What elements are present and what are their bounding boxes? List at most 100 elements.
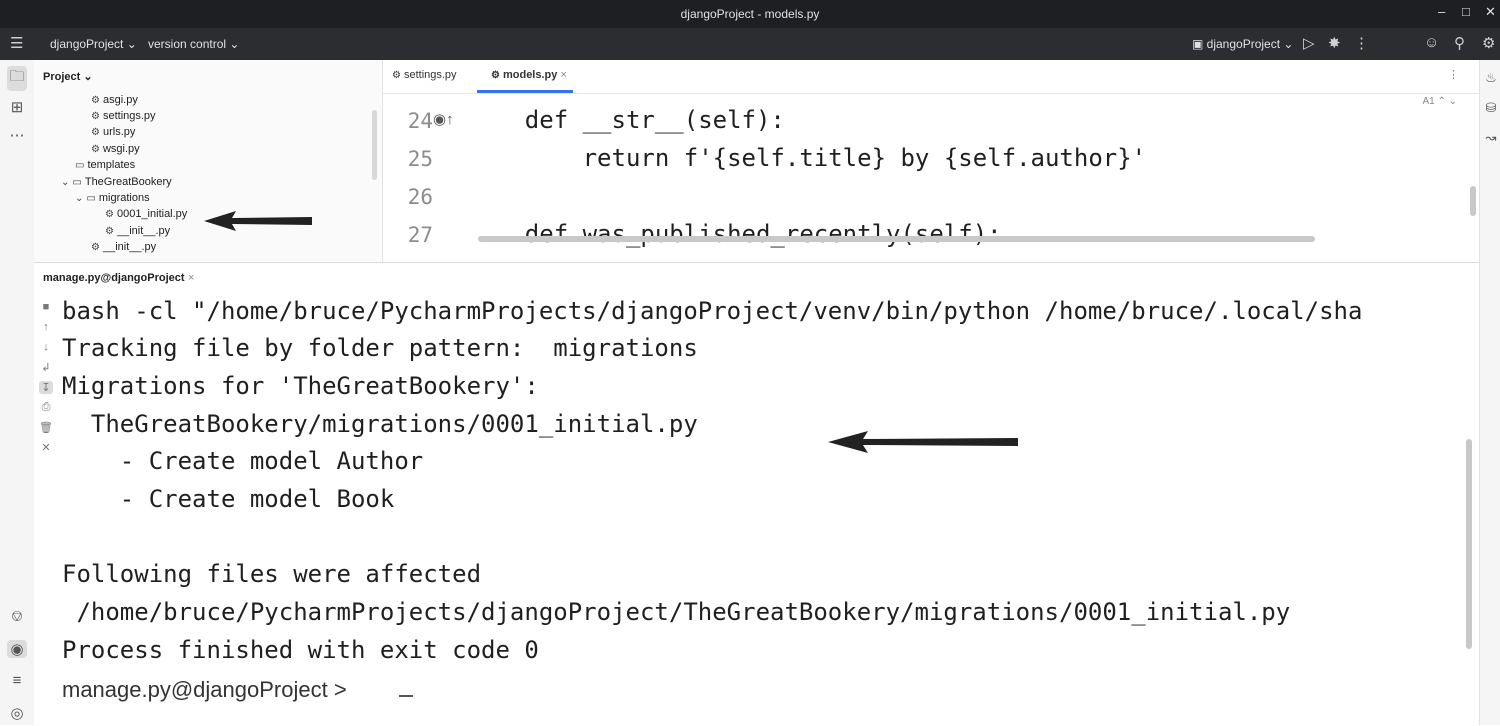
tree-item-thegreatbookery[interactable]: ⌄ ▭ TheGreatBookery <box>61 176 172 188</box>
code-line[interactable]: return f'{self.title} by {self.author}' <box>467 144 1147 172</box>
project-scrollbar[interactable] <box>372 110 377 180</box>
python-console-icon[interactable]: ◉ <box>7 640 27 658</box>
project-switcher[interactable]: djangoProject ⌄ <box>50 37 137 51</box>
tab-models[interactable]: ⚙ models.py × <box>491 69 567 81</box>
trash-icon[interactable]: 🗑 <box>39 421 53 434</box>
window-title-bar: djangoProject - models.py – □ ✕ <box>0 0 1500 28</box>
tree-item-settings[interactable]: ⚙ settings.py <box>91 110 156 122</box>
chevron-down-icon: ⌄ <box>75 193 84 204</box>
run-console: manage.py@djangoProject × ■ ↑ ↓ ↲ ↧ ⎙ 🗑 … <box>34 262 1479 726</box>
print-icon[interactable]: ⎙ <box>39 401 53 414</box>
more-tools-icon[interactable]: ⋯ <box>7 126 27 144</box>
console-line: - Create model Book <box>62 485 395 513</box>
services-icon[interactable]: ◎ <box>7 704 27 722</box>
folder-icon: ▭ <box>75 160 85 171</box>
maximize-icon[interactable]: □ <box>1462 4 1470 19</box>
database-icon[interactable]: ⛁ <box>1483 100 1499 116</box>
editor-horizontal-scrollbar[interactable] <box>478 236 1315 242</box>
python-file-icon: ⚙ <box>491 70 500 81</box>
folder-icon[interactable]: 🗀 <box>7 66 27 91</box>
console-line: Migrations for 'TheGreatBookery': <box>62 372 539 400</box>
debug-icon[interactable]: ✸ <box>1328 34 1341 52</box>
folder-icon: ▭ <box>72 177 82 188</box>
overrides-icon[interactable]: ◉↑ <box>433 110 454 128</box>
project-panel-header[interactable]: Project ⌄ <box>43 70 93 83</box>
window-title: djangoProject - models.py <box>680 7 820 21</box>
inspection-widget[interactable]: A1 ⌃ ⌄ <box>1422 96 1457 107</box>
close-window-icon[interactable]: ✕ <box>1485 4 1496 20</box>
scroll-to-end-icon[interactable]: ↧ <box>39 381 53 394</box>
tree-item-label: wsgi.py <box>102 143 140 155</box>
gear-icon[interactable]: ⚙ <box>1482 34 1495 52</box>
tree-item-wsgi[interactable]: ⚙ wsgi.py <box>91 143 140 155</box>
tree-item-label: settings.py <box>102 110 156 122</box>
minimize-icon[interactable]: – <box>1438 4 1445 19</box>
hamburger-icon[interactable]: ☰ <box>10 34 23 52</box>
close-tab-icon[interactable]: × <box>560 69 566 81</box>
run-icon[interactable]: ▷ <box>1303 34 1315 52</box>
tree-item-0001-initial[interactable]: ⚙ 0001_initial.py <box>105 208 187 220</box>
inspection-count: A1 <box>1422 96 1435 107</box>
sciview-icon[interactable]: ↝ <box>1483 130 1499 146</box>
add-user-icon[interactable]: ☺ <box>1424 34 1439 51</box>
vcs-menu[interactable]: version control ⌄ <box>148 37 239 51</box>
soft-wrap-icon[interactable]: ↲ <box>39 361 53 374</box>
console-tab[interactable]: manage.py@djangoProject <box>43 272 185 284</box>
tabs-more-icon[interactable]: ⋮ <box>1448 68 1459 81</box>
active-tab-indicator <box>477 90 573 93</box>
python-file-icon: ⚙ <box>91 127 100 138</box>
tree-item-label: migrations <box>98 192 150 204</box>
run-config-selector[interactable]: ▣ djangoProject ⌄ <box>1192 37 1293 51</box>
tree-item-label: 0001_initial.py <box>116 208 188 220</box>
close-icon[interactable]: ✕ <box>39 441 53 454</box>
editor-vertical-scrollbar[interactable] <box>1470 186 1476 216</box>
search-icon[interactable]: ⚲ <box>1454 34 1465 52</box>
right-tool-strip: ♨ ⛁ ↝ <box>1479 60 1500 725</box>
tree-item-templates[interactable]: ▭ templates <box>75 159 135 171</box>
line-number: 25 <box>407 147 433 171</box>
python-file-icon: ⚙ <box>105 226 114 237</box>
code-line[interactable]: def __str__(self): <box>467 106 785 134</box>
line-number: 26 <box>407 185 433 209</box>
project-panel: Project ⌄ ⚙ asgi.py ⚙ settings.py ⚙ urls.py… <box>34 60 383 262</box>
close-console-tab-icon[interactable]: × <box>188 272 194 284</box>
tree-item-label: asgi.py <box>102 94 138 106</box>
layers-icon[interactable]: ≡ <box>7 672 27 689</box>
annotation-arrow-project <box>204 211 312 231</box>
code-editor: ⚙ settings.py ⚙ models.py × ⋮ A1 ⌃ ⌄ 24 ◉↑… <box>383 60 1479 262</box>
tab-settings[interactable]: ⚙ settings.py <box>392 69 457 81</box>
python-file-icon: ⚙ <box>105 209 114 220</box>
bell-icon[interactable]: ♨ <box>1483 70 1499 86</box>
python-file-icon: ⚙ <box>392 70 401 81</box>
tree-item-urls[interactable]: ⚙ urls.py <box>91 126 135 138</box>
annotation-arrow-console <box>828 431 1018 453</box>
code-line[interactable]: def was_published_recently(self): <box>467 220 1002 248</box>
structure-icon[interactable]: ⊞ <box>7 98 27 116</box>
tree-item-asgi[interactable]: ⚙ asgi.py <box>91 94 138 106</box>
console-input-cursor[interactable] <box>399 695 413 697</box>
tree-item-app-init[interactable]: ⚙ __init__.py <box>91 241 156 253</box>
console-line: - Create model Author <box>62 447 424 475</box>
tab-settings-label: settings.py <box>403 69 457 81</box>
more-icon[interactable]: ⋮ <box>1354 34 1369 52</box>
console-prompt: manage.py@djangoProject > <box>62 677 347 702</box>
tree-item-label: templates <box>87 159 136 171</box>
console-line: Process finished with exit code 0 <box>62 636 539 664</box>
stop-icon[interactable]: ■ <box>39 301 53 313</box>
arrow-down-icon[interactable]: ↓ <box>39 341 53 353</box>
project-panel-title: Project <box>43 71 81 83</box>
console-vertical-scrollbar[interactable] <box>1466 439 1472 649</box>
vcs-menu-label: version control <box>148 37 227 51</box>
tree-item-migrations-init[interactable]: ⚙ __init__.py <box>105 225 170 237</box>
left-tool-strip: 🗀 ⊞ ⋯ ⎊ ◉ ≡ ◎ <box>0 60 35 725</box>
console-line: TheGreatBookery/migrations/0001_initial.… <box>62 410 698 438</box>
python-file-icon: ⚙ <box>91 144 100 155</box>
tree-item-label: __init__.py <box>102 241 157 253</box>
python-packages-icon[interactable]: ⎊ <box>7 608 27 625</box>
tree-item-migrations[interactable]: ⌄ ▭ migrations <box>75 192 150 204</box>
line-number: 27 <box>407 223 433 247</box>
arrow-up-icon[interactable]: ↑ <box>39 321 53 333</box>
console-line: /home/bruce/PycharmProjects/djangoProjec… <box>62 598 1291 626</box>
line-number: 24 <box>407 109 433 133</box>
project-switcher-label: djangoProject <box>50 37 124 51</box>
